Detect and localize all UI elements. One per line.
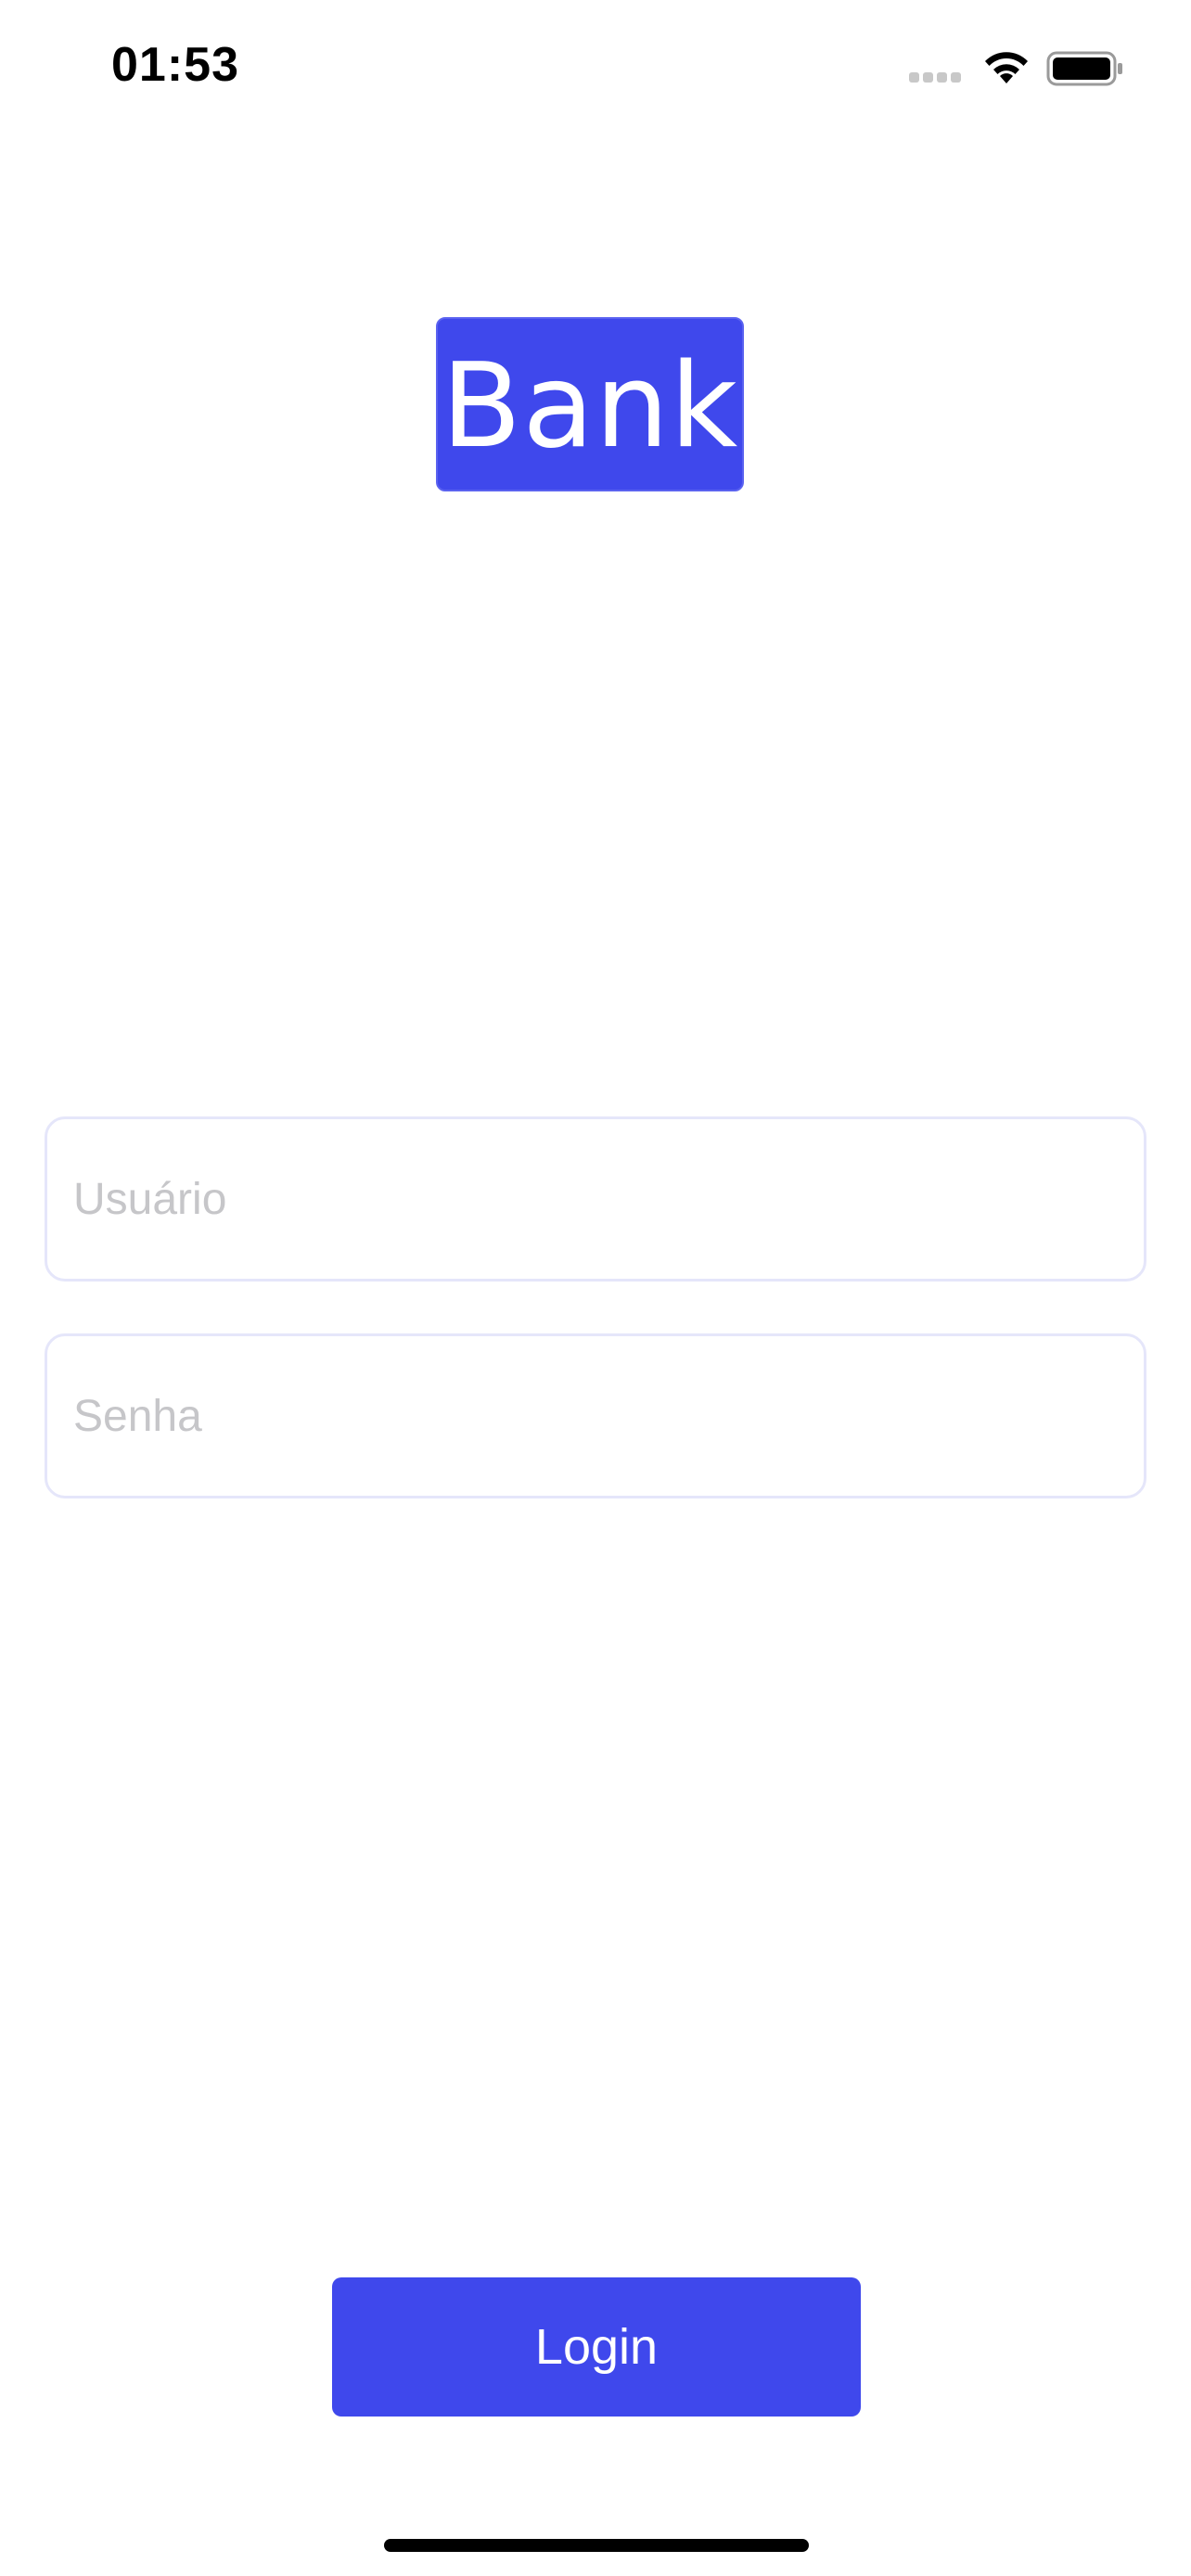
- home-indicator[interactable]: [384, 2539, 809, 2552]
- signal-icon: [909, 72, 967, 85]
- logo-text: Bank: [441, 338, 739, 474]
- login-screen: 01:53 Bank Login: [0, 0, 1191, 2576]
- login-button[interactable]: Login: [332, 2277, 861, 2417]
- wifi-icon: [985, 52, 1028, 83]
- status-time: 01:53: [111, 38, 239, 92]
- password-input[interactable]: [45, 1333, 1146, 1498]
- battery-icon: [1046, 51, 1122, 86]
- bank-logo: Bank: [436, 317, 744, 491]
- status-bar: 01:53: [0, 0, 1191, 139]
- username-input[interactable]: [45, 1116, 1146, 1282]
